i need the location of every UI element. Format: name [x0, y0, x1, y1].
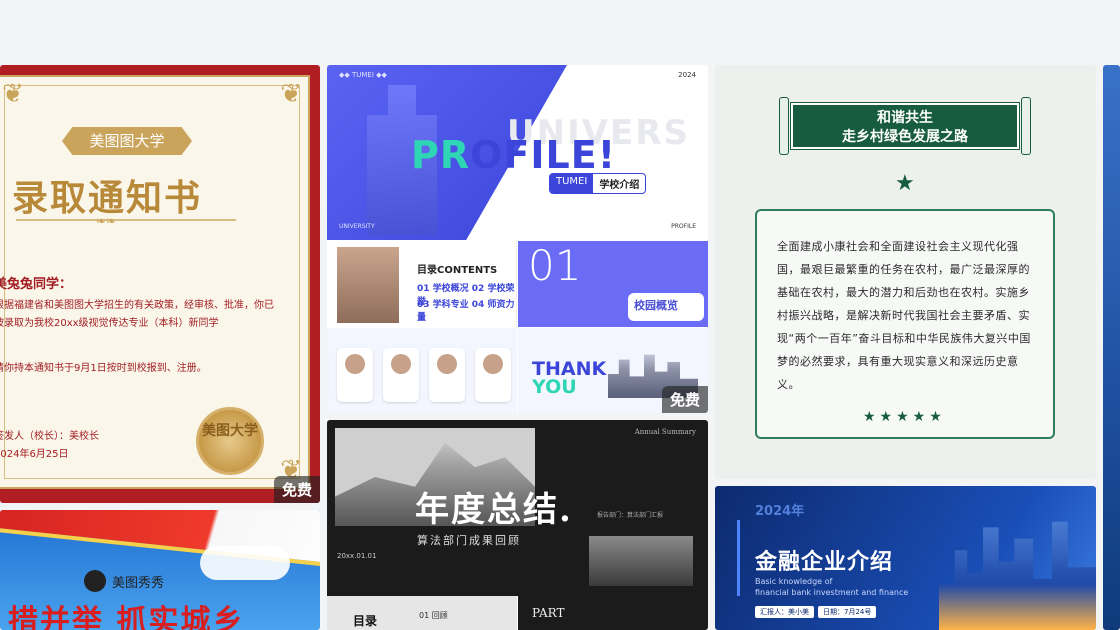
- certificate-title: 录取通知书: [12, 177, 203, 219]
- certificate-greeting: 美兔兔同学：: [0, 277, 73, 292]
- ornament-icon: ❦: [280, 79, 302, 109]
- template-card-finance-company[interactable]: 2024年 金融企业介绍 Basic knowledge of financia…: [715, 486, 1096, 630]
- you-word: YOU: [532, 376, 577, 398]
- text-frame: 全面建成小康社会和全面建设社会主义现代化强国，最艰巨最繁重的任务在农村，最广泛最…: [755, 209, 1055, 439]
- summary-date: 20xx.01.01: [337, 552, 377, 560]
- cover-footer-left: UNIVERSITY: [339, 223, 375, 230]
- building-photo: [337, 247, 399, 323]
- template-card-rural-green-development[interactable]: 和谐共生 走乡村绿色发展之路 ★ 全面建成小康社会和全面建设社会主义现代化强国，…: [715, 65, 1096, 479]
- free-badge: 免费: [661, 386, 708, 413]
- scroll-banner: 和谐共生 走乡村绿色发展之路: [790, 102, 1020, 150]
- certificate-report: 请你持本通知书于9月1日按时到校报到、注册。: [0, 363, 207, 374]
- brand-logo-icon: [84, 570, 106, 592]
- free-badge: 免费: [273, 476, 320, 503]
- stars-row-icon: ★★★★★: [863, 409, 946, 425]
- section-number: 01: [528, 241, 582, 290]
- brand-mark: 美图秀秀: [84, 570, 164, 592]
- presenter-chip: 汇报人：美小美: [755, 606, 814, 618]
- contents-label: 目录CONTENTS: [417, 265, 498, 276]
- overview-slide: 01 校园概览: [518, 241, 708, 327]
- certificate-body: 根据福建省和美图图大学招生的有关政策，经审核、批准，你已被录取为我校20xx级视…: [0, 300, 274, 329]
- finance-chips: 汇报人：美小美 日期：7月24号: [755, 606, 877, 618]
- university-ribbon: 美图图大学: [62, 127, 192, 155]
- finance-year: 2024年: [755, 504, 805, 519]
- divider: [16, 219, 236, 221]
- university-seal: 美图大学: [196, 407, 264, 475]
- ornament-icon: ❦: [2, 79, 24, 109]
- cover-year: 2024: [678, 71, 696, 79]
- certificate-paper: ❦ ❦ ❦ 美图图大学 录取通知书 ❧❧ 美兔兔同学： 根据福建省和美图图大学招…: [0, 75, 310, 489]
- cover-tag: ◆◆ TUMEI ◆◆: [339, 71, 387, 79]
- english-line-2: financial bank investment and finance: [755, 588, 909, 597]
- profile-cover-slide: ◆◆ TUMEI ◆◆ 2024 UNIVERS PROFILE! TUMEI 学…: [327, 65, 708, 240]
- avatar: [337, 348, 373, 402]
- part-panel: PART: [518, 596, 708, 630]
- template-card-annual-summary[interactable]: Annual Summary 年度总结. 算法部门成果回顾 报告部门：算法部门汇…: [327, 420, 708, 630]
- pill-label: 学校介绍: [599, 180, 640, 191]
- ornament-icon: ❧❧: [96, 214, 117, 228]
- slide-header: Annual Summary: [634, 428, 696, 436]
- brand-name: 美图秀秀: [112, 575, 165, 591]
- section-title: 校园概览: [628, 293, 704, 321]
- finance-english: Basic knowledge of financial bank invest…: [755, 576, 908, 598]
- avatar: [475, 348, 511, 402]
- template-card-admission-notice[interactable]: ❦ ❦ ❦ 美图图大学 录取通知书 ❧❧ 美兔兔同学： 根据福建省和美图图大学招…: [0, 65, 320, 503]
- finance-title: 金融企业介绍: [755, 550, 894, 575]
- certificate-signer: 签发人（校长）：美校长: [0, 431, 99, 442]
- scroll-rod-right: [1021, 97, 1031, 155]
- avatar: [383, 348, 419, 402]
- summary-subtitle: 算法部门成果回顾: [417, 534, 521, 547]
- cover-pill: TUMEI 学校介绍: [549, 173, 647, 194]
- accent-bar: [737, 520, 740, 596]
- seal-text: 美图大学: [202, 423, 258, 439]
- summary-meta: 报告部门：算法部门汇报: [597, 512, 664, 519]
- template-card-university-profile[interactable]: ◆◆ TUMEI ◆◆ 2024 UNIVERS PROFILE! TUMEI 学…: [327, 65, 708, 413]
- contents-item: 01 回顾: [419, 611, 448, 620]
- scroll-rod-left: [779, 97, 789, 155]
- template-card-campaign[interactable]: 美图秀秀 措并举 抓实城乡: [0, 510, 320, 630]
- banner-line-2: 走乡村绿色发展之路: [842, 129, 968, 145]
- contents-row: 03 学科专业 04 师资力量: [417, 300, 515, 323]
- english-line-1: Basic knowledge of: [755, 577, 833, 586]
- cloud-shape: [200, 546, 290, 580]
- cover-footer-right: PROFILE: [671, 223, 696, 230]
- part-label: PART: [532, 606, 565, 620]
- template-card-partial[interactable]: [1103, 65, 1120, 630]
- certificate-date: 2024年6月25日: [0, 449, 69, 460]
- body-text: 全面建成小康社会和全面建设社会主义现代化强国，最艰巨最繁重的任务在农村，最广泛最…: [777, 240, 1031, 391]
- slide-strip: 目录 01 回顾 PART: [327, 596, 708, 630]
- star-icon: ★: [895, 171, 915, 196]
- avatar: [429, 348, 465, 402]
- contents-slide: 目录CONTENTS 01 学校概况 02 学校荣誉 03 学科专业 04 师资…: [327, 241, 517, 327]
- date-chip: 日期：7月24号: [818, 606, 877, 618]
- team-slide: [327, 328, 517, 413]
- road-image: [589, 536, 693, 586]
- contents-title: 目录: [353, 614, 378, 628]
- banner-line-1: 和谐共生: [877, 110, 933, 126]
- campaign-slogan: 措并举 抓实城乡: [8, 604, 245, 630]
- pill-brand: TUMEI: [550, 174, 594, 193]
- city-skyline-image: [939, 521, 1096, 630]
- contents-panel: 目录 01 回顾: [327, 596, 517, 630]
- cover-title-b: OFILE!: [470, 133, 617, 177]
- cover-title: PROFILE!: [411, 133, 616, 177]
- cover-title-a: PR: [411, 133, 471, 177]
- summary-title: 年度总结.: [415, 490, 573, 530]
